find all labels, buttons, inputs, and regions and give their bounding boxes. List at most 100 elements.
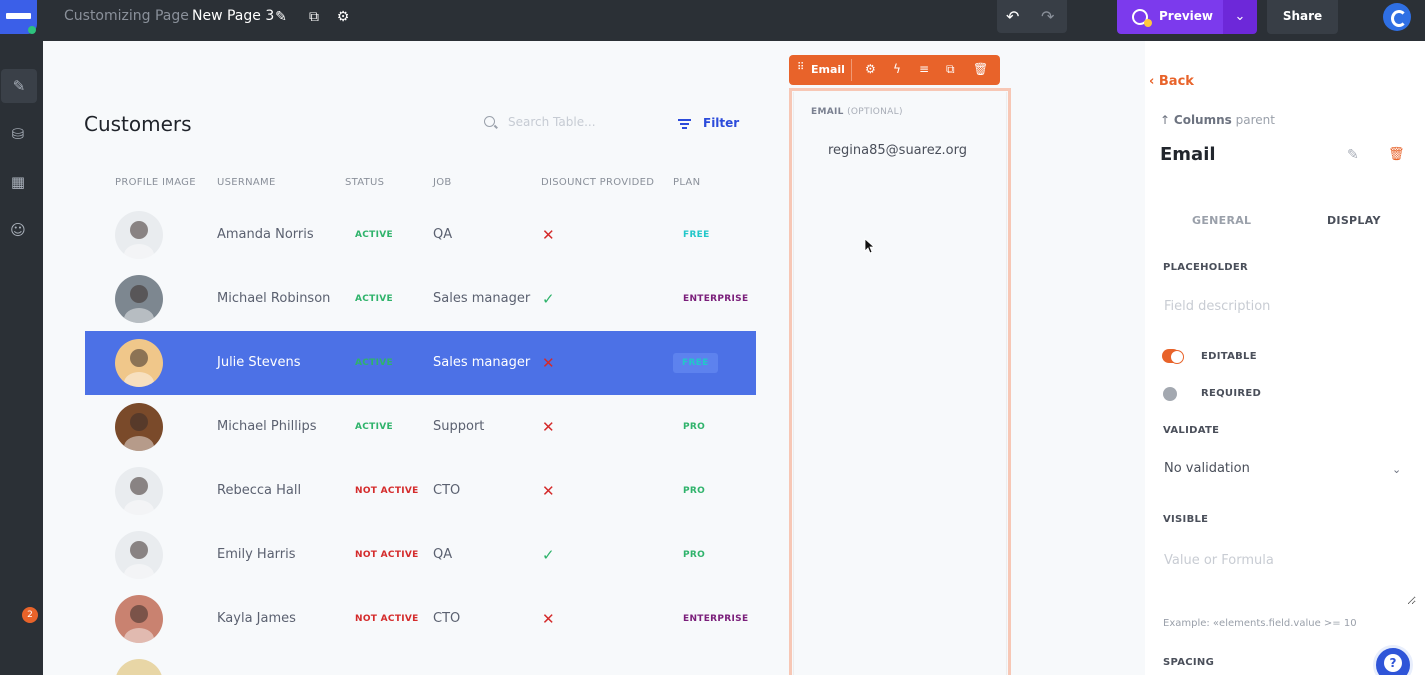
required-toggle[interactable] [1163,387,1177,401]
job-cell: CTO [433,483,461,498]
column-header[interactable]: DISOUNCT PROVIDED [541,177,654,188]
visible-formula-input[interactable] [1160,545,1416,605]
notification-badge[interactable]: 2 [22,607,38,623]
table-row[interactable]: Kayla James NOT ACTIVE CTO ✕ ENTERPRISE [85,587,756,651]
table-title: Customers [84,112,192,136]
breadcrumb-section[interactable]: Customizing Page [64,8,189,24]
column-header[interactable]: JOB [433,177,452,188]
column-header[interactable]: PROFILE IMAGE [115,177,196,188]
column-header[interactable]: STATUS [345,177,384,188]
plan-badge: ENTERPRISE [683,614,749,624]
duplicate-page-icon[interactable]: ⧉ [305,8,323,26]
check-icon: ✓ [542,290,555,308]
placeholder-input[interactable]: Field description [1164,299,1270,314]
formula-hint: Example: «elements.field.value >= 10 [1163,618,1357,629]
check-icon: ✓ [542,546,555,564]
required-label: REQUIRED [1201,388,1262,399]
redo-icon[interactable]: ↷ [1041,7,1054,26]
profile-image [115,403,163,451]
parent-link[interactable]: ↑ Columns parent [1160,113,1275,127]
table-row[interactable]: Julie Stevens ACTIVE Sales manager ✕ FREE [85,331,756,395]
table-row[interactable]: Emily Harris NOT ACTIVE QA ✓ PRO [85,523,756,587]
username-cell: Michael Phillips [217,419,317,434]
left-rail: ✎ ⛁ ▦ ☺ [0,41,43,675]
layout-icon[interactable]: ▦ [0,165,36,199]
profile-image [115,531,163,579]
column-toolbar-label: Email [811,63,845,76]
profile-image [115,339,163,387]
plan-badge: FREE [683,230,710,240]
job-cell: Sales manager [433,291,531,306]
cross-icon: ✕ [542,354,555,372]
column-header[interactable]: PLAN [673,177,700,188]
plan-badge: PRO [683,486,706,496]
job-cell: Sales manager [433,355,531,370]
delete-icon[interactable]: 🗑 [973,62,988,76]
status-badge: ACTIVE [355,358,393,368]
panel-title: Email [1160,144,1216,165]
table-row[interactable]: Rebecca Hall NOT ACTIVE CTO ✕ PRO [85,459,756,523]
cross-icon: ✕ [542,226,555,244]
column-cell-value: regina85@suarez.org [828,143,967,158]
profile-image [115,275,163,323]
user-avatar[interactable] [1383,3,1411,31]
lightning-icon[interactable]: ϟ [893,62,901,76]
column-header[interactable]: USERNAME [217,177,276,188]
delete-column-icon[interactable]: 🗑 [1388,147,1405,162]
edit-page-icon[interactable]: ✎ [272,8,290,26]
placeholder-label: PLACEHOLDER [1163,262,1248,273]
username-cell: Amanda Norris [217,227,314,242]
visible-label: VISIBLE [1163,514,1209,525]
cross-icon: ✕ [542,418,555,436]
copy-icon[interactable]: ⧉ [946,62,955,77]
preview-button[interactable]: Preview [1117,0,1223,34]
spacing-label: SPACING [1163,657,1215,668]
database-icon[interactable]: ⛁ [0,117,36,151]
help-icon: ? [1384,654,1402,672]
back-button[interactable]: ‹ Back [1149,74,1194,89]
validate-select[interactable]: No validation [1164,461,1250,476]
username-cell: Emily Harris [217,547,296,562]
page-name[interactable]: New Page 3 [192,8,274,24]
design-icon[interactable]: ✎ [1,69,37,103]
table-row[interactable]: Amanda Norris ACTIVE QA ✕ FREE [85,203,756,267]
status-badge: ACTIVE [355,294,393,304]
search-input[interactable] [508,115,618,129]
plan-badge: PRO [683,550,706,560]
chevron-down-icon[interactable]: ⌄ [1392,463,1401,476]
align-icon[interactable]: ≡ [919,62,929,76]
share-button[interactable]: Share [1267,0,1338,34]
rename-icon[interactable]: ✎ [1347,147,1359,163]
editable-toggle[interactable] [1162,349,1184,364]
table-row[interactable]: Michael Phillips ACTIVE Support ✕ PRO [85,395,756,459]
status-badge: NOT ACTIVE [355,550,419,560]
username-cell: Michael Robinson [217,291,331,306]
undo-icon[interactable]: ↶ [1006,7,1019,26]
tab-display[interactable]: DISPLAY [1327,214,1381,227]
filter-icon [678,119,691,129]
table-row[interactable]: Michael Robinson ACTIVE Sales manager ✓ ENTE… [85,267,756,331]
settings-icon[interactable]: ⚙ [865,62,876,76]
mouse-cursor-icon [864,238,874,254]
job-cell: Support [433,419,485,434]
drag-handle-icon[interactable]: ⠿ [797,62,804,73]
arrow-up-icon: ↑ [1160,113,1171,127]
users-icon[interactable]: ☺ [0,213,36,247]
tab-general[interactable]: GENERAL [1192,214,1251,227]
search-icon [484,116,495,127]
job-cell: QA [433,547,453,562]
app-logo[interactable] [0,0,37,34]
validate-label: VALIDATE [1163,425,1220,436]
column-toolbar: ⠿ Email ⚙ ϟ ≡ ⧉ 🗑 [789,55,1000,85]
job-cell: QA [433,227,453,242]
username-cell: Rebecca Hall [217,483,302,498]
plan-badge: ENTERPRISE [683,294,749,304]
plan-badge: FREE [673,331,718,395]
page-settings-icon[interactable]: ⚙ [334,8,352,26]
history-controls: ↶ ↷ [997,0,1067,33]
preview-dropdown-button[interactable]: ⌄ [1223,0,1257,34]
email-column[interactable] [793,92,1007,675]
status-badge: ACTIVE [355,230,393,240]
username-cell: Julie Stevens [217,355,301,370]
status-badge: NOT ACTIVE [355,614,419,624]
